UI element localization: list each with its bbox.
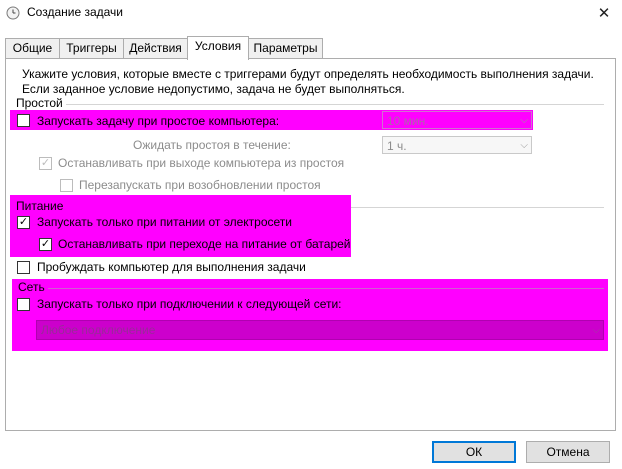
network-connection-select[interactable]: Любое подключение ⌵ [36, 320, 604, 340]
network-only-checkbox[interactable] [17, 298, 30, 311]
intro-text: Укажите условия, которые вместе с тригге… [22, 67, 594, 97]
chevron-down-icon: ⌵ [520, 115, 528, 126]
network-group-label: Сеть [18, 280, 48, 294]
ac-only-label: Запускать только при питании от электрос… [37, 215, 292, 229]
power-group-label: Питание [16, 199, 67, 213]
close-icon: ✕ [597, 5, 611, 22]
start-if-idle-label: Запускать задачу при простое компьютера: [37, 114, 280, 128]
title-bar: Создание задачи ✕ [0, 0, 622, 26]
idle-duration-value: 10 мин. [387, 114, 429, 128]
tab-actions[interactable]: Действия [123, 38, 188, 58]
stop-on-idle-end-label: Останавливать при выходе компьютера из п… [58, 156, 345, 170]
restart-on-idle-label: Перезапускать при возобновлении простоя [79, 178, 321, 192]
start-if-idle-checkbox[interactable] [17, 114, 30, 127]
restart-on-idle-checkbox[interactable] [60, 179, 73, 192]
intro-line-1: Укажите условия, которые вместе с тригге… [22, 67, 594, 81]
idle-duration-select[interactable]: 10 мин. ⌵ [382, 111, 532, 129]
close-button[interactable]: ✕ [586, 0, 622, 26]
ac-only-checkbox[interactable]: ✓ [17, 216, 30, 229]
stop-on-battery-label: Останавливать при переходе на питание от… [58, 237, 351, 251]
wait-idle-label: Ожидать простоя в течение: [133, 138, 291, 152]
tab-triggers[interactable]: Триггеры [59, 38, 124, 58]
stop-on-battery-checkbox[interactable]: ✓ [39, 238, 52, 251]
highlight-network-group [12, 279, 608, 351]
power-group-divider [351, 207, 604, 208]
cancel-button[interactable]: Отмена [526, 441, 610, 463]
wake-label: Пробуждать компьютер для выполнения зада… [37, 260, 306, 274]
idle-group-label: Простой [16, 96, 66, 110]
intro-line-2: Если заданное условие недопустимо, задач… [22, 82, 405, 96]
network-connection-value: Любое подключение [41, 323, 156, 337]
wait-duration-value: 1 ч. [387, 139, 407, 153]
window-title: Создание задачи [27, 5, 123, 19]
ok-button[interactable]: ОК [432, 441, 516, 463]
chevron-down-icon: ⌵ [592, 325, 600, 336]
wait-duration-select[interactable]: 1 ч. ⌵ [382, 136, 532, 154]
chevron-down-icon: ⌵ [520, 140, 528, 151]
clock-icon [6, 6, 20, 20]
idle-group-divider [16, 104, 604, 105]
wake-checkbox[interactable] [17, 261, 30, 274]
tab-settings[interactable]: Параметры [248, 38, 323, 58]
conditions-panel: Укажите условия, которые вместе с тригге… [5, 58, 616, 431]
tab-conditions[interactable]: Условия [187, 36, 249, 60]
network-group-divider [46, 288, 604, 289]
stop-on-idle-end-checkbox[interactable]: ✓ [39, 157, 52, 170]
network-only-label: Запускать только при подключении к следу… [37, 297, 342, 311]
tab-general[interactable]: Общие [5, 38, 60, 58]
